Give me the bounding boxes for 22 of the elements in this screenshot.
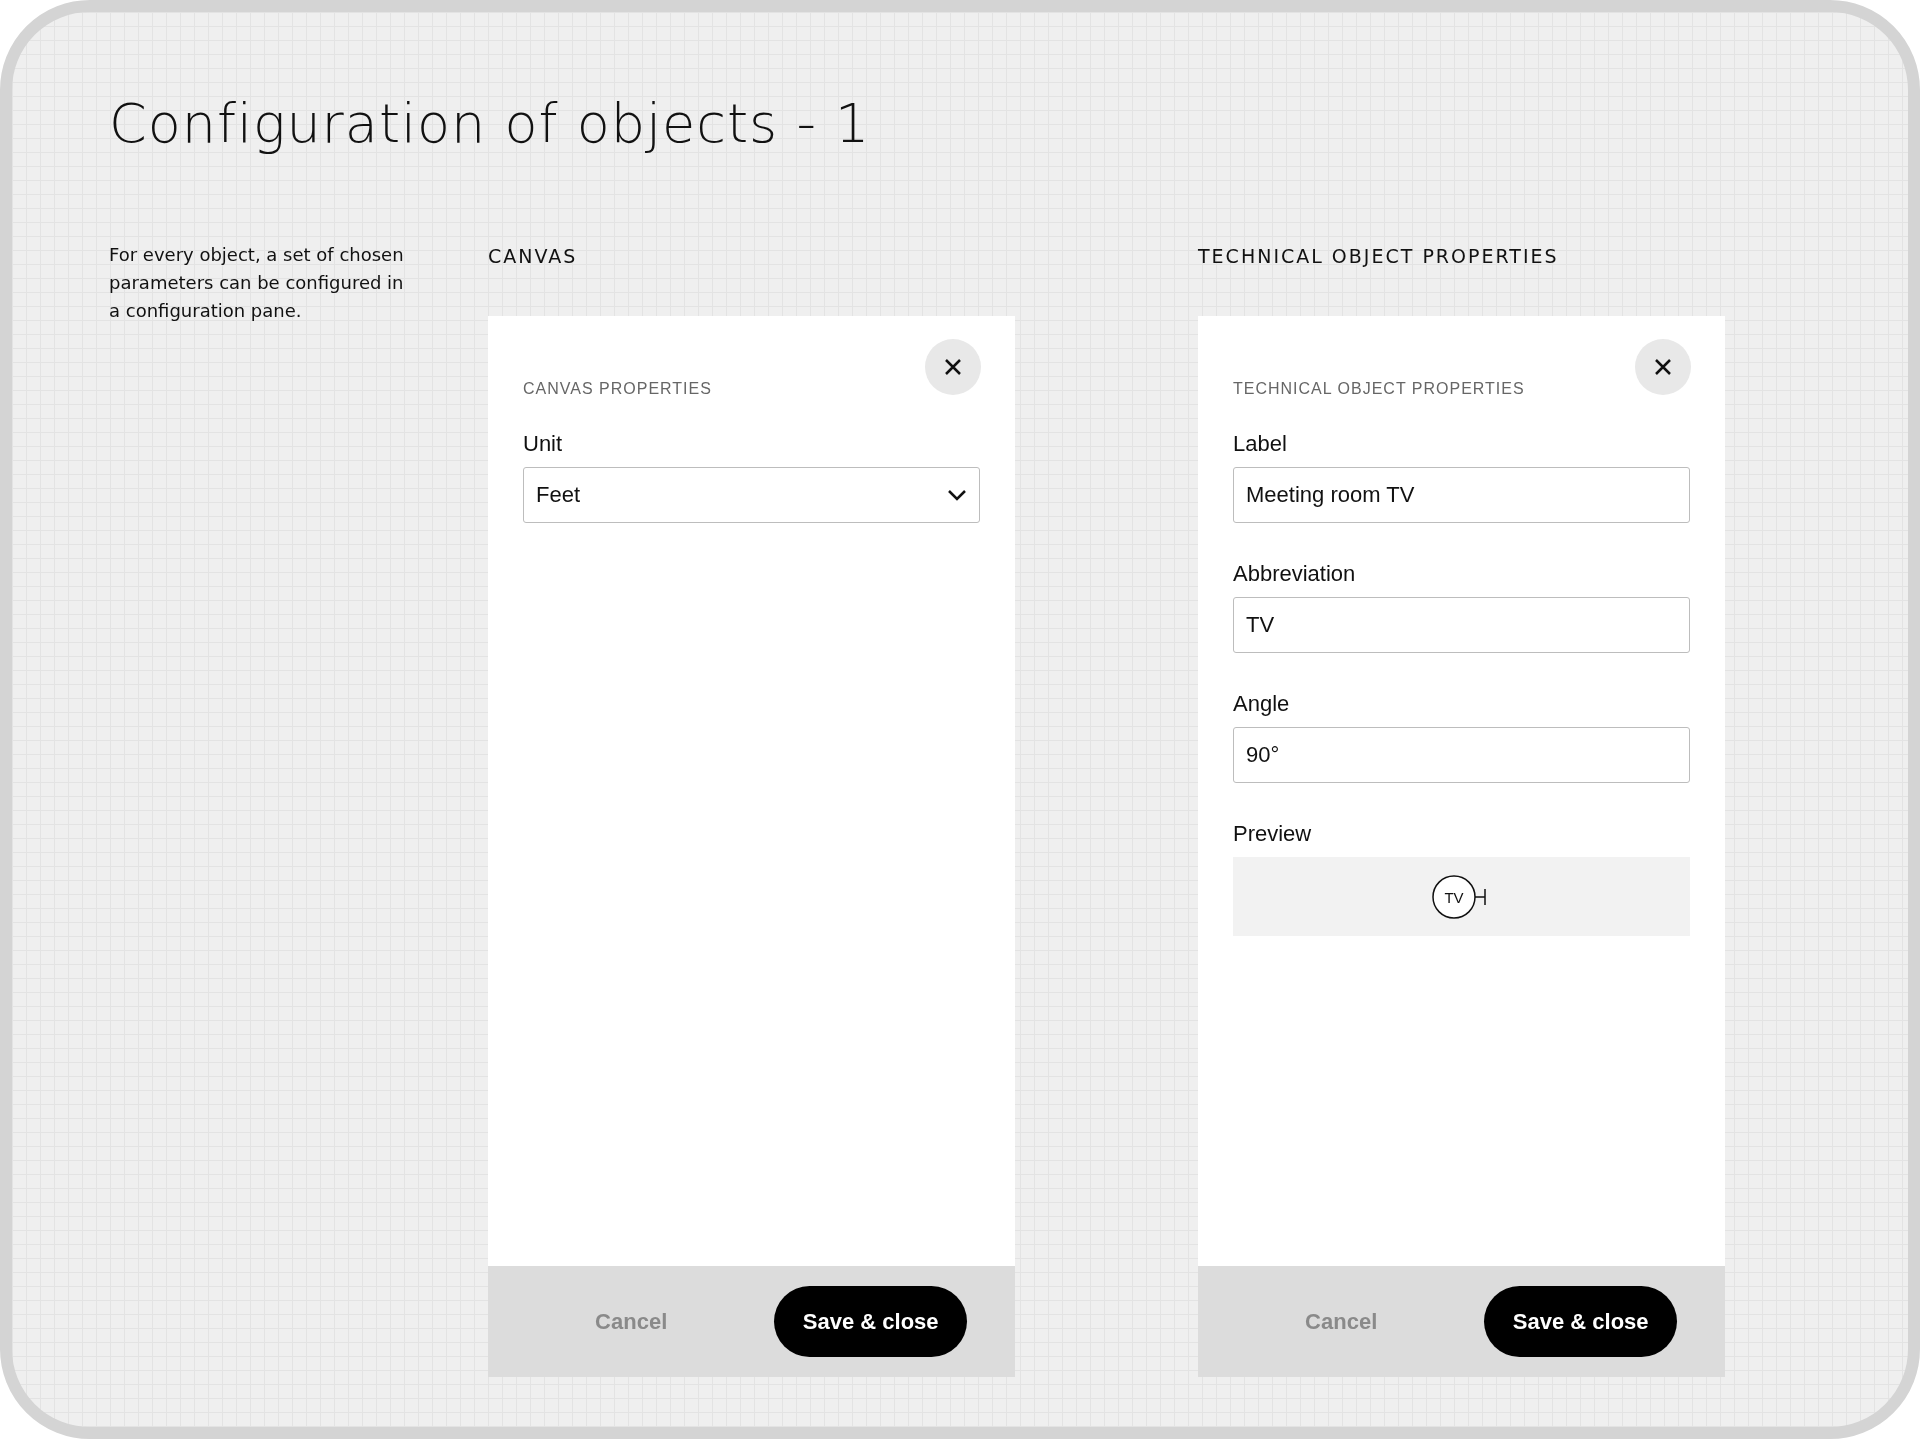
close-button[interactable] <box>1635 339 1691 395</box>
close-icon <box>944 358 962 376</box>
column-heading: TECHNICAL OBJECT PROPERTIES <box>1198 245 1560 269</box>
field-label: Label <box>1233 431 1288 457</box>
section-title: CANVAS PROPERTIES <box>523 380 713 398</box>
chevron-down-icon <box>947 489 967 501</box>
field-label: Angle <box>1233 691 1291 717</box>
save-button[interactable]: Save & close <box>1484 1286 1677 1357</box>
field-label: Preview <box>1233 821 1313 847</box>
field-label: Abbreviation <box>1233 561 1357 587</box>
input-field[interactable]: Meeting room TV <box>1233 467 1690 523</box>
page-title: Configuration of objects - 1 <box>109 92 872 155</box>
column-heading: CANVAS <box>488 245 579 269</box>
input-field[interactable]: TV <box>1233 597 1690 653</box>
input-field[interactable]: 90° <box>1233 727 1690 783</box>
section-title: TECHNICAL OBJECT PROPERTIES <box>1233 380 1526 398</box>
save-button[interactable]: Save & close <box>774 1286 967 1357</box>
field-label: Unit <box>523 431 564 457</box>
close-icon <box>1654 358 1672 376</box>
close-button[interactable] <box>925 339 981 395</box>
dropdown-field[interactable]: Feet <box>523 467 980 523</box>
description-text: For every object, a set of chosen parameters can be configured in a configuration pane. <box>109 243 405 323</box>
